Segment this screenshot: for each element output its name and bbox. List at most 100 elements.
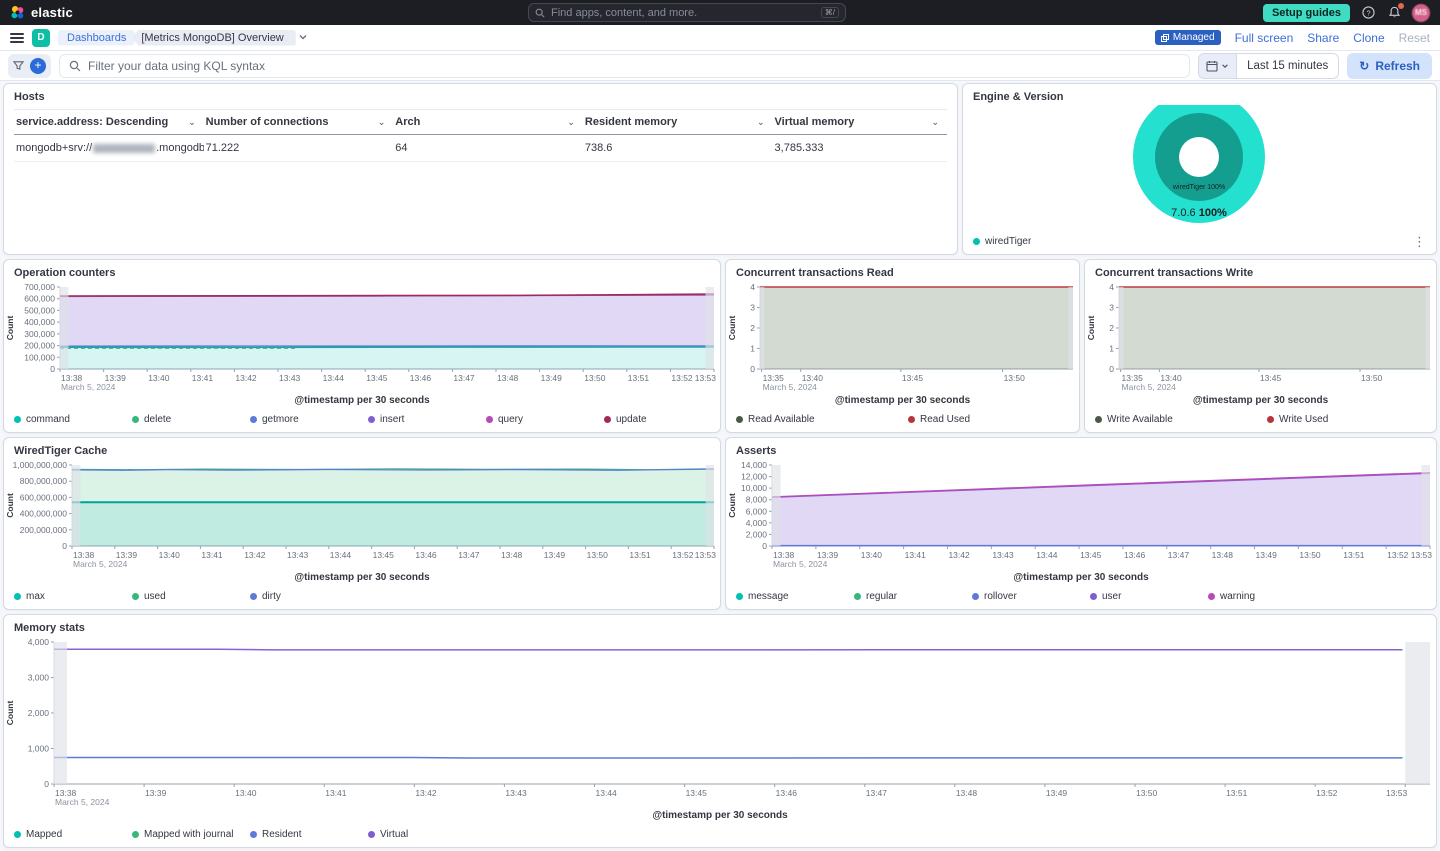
setup-guides-button[interactable]: Setup guides xyxy=(1262,3,1350,22)
panel-options-kebab-icon[interactable]: ⋮ xyxy=(1413,235,1426,248)
legend-label: max xyxy=(26,590,45,602)
svg-text:13:50: 13:50 xyxy=(587,550,609,560)
concurrent-write-chart[interactable]: Count0123413:35March 5, 202413:40 13:45 13… xyxy=(1085,281,1436,395)
hosts-column-header[interactable]: Virtual memory ⌄ xyxy=(773,110,947,134)
legend-item-insert[interactable]: insert xyxy=(368,414,486,425)
x-axis-label: @timestamp per 30 seconds xyxy=(294,395,430,406)
full-screen-button[interactable]: Full screen xyxy=(1235,31,1294,45)
concurrent-read-chart[interactable]: Count0123413:35March 5, 202413:40 13:45 13… xyxy=(726,281,1079,395)
legend-item-read-available[interactable]: Read Available xyxy=(736,414,908,425)
hosts-column-header[interactable]: Number of connections ⌄ xyxy=(204,110,394,134)
calendar-icon[interactable] xyxy=(1199,53,1238,78)
user-avatar[interactable]: MS xyxy=(1412,3,1430,22)
dashboard-app-icon[interactable]: D xyxy=(32,28,50,47)
legend-dot-icon xyxy=(1208,592,1215,600)
sort-chevron-icon[interactable]: ⌄ xyxy=(378,117,386,128)
breadcrumb-dashboards[interactable]: Dashboards xyxy=(58,30,138,46)
legend-dot-icon xyxy=(132,830,139,838)
legend-item-resident[interactable]: Resident xyxy=(250,829,368,840)
panel-hosts-title[interactable]: Hosts xyxy=(4,84,957,105)
legend-label: Virtual xyxy=(380,828,409,840)
menu-hamburger-icon[interactable] xyxy=(10,32,24,43)
legend-dot-icon xyxy=(368,415,375,423)
sort-chevron-icon[interactable]: ⌄ xyxy=(188,117,196,128)
reset-button[interactable]: Reset xyxy=(1399,31,1430,45)
memory-stats-chart[interactable]: Count01,0002,0003,0004,00013:38March 5, … xyxy=(4,636,1436,810)
svg-text:3,000: 3,000 xyxy=(28,673,50,683)
legend-dot-icon xyxy=(854,592,861,600)
legend-item-read-used[interactable]: Read Used xyxy=(908,414,1079,425)
sort-chevron-icon[interactable]: ⌄ xyxy=(567,117,575,128)
share-button[interactable]: Share xyxy=(1307,31,1339,45)
svg-text:400,000: 400,000 xyxy=(24,317,55,327)
svg-text:2: 2 xyxy=(750,323,755,333)
panel-asserts-title[interactable]: Asserts xyxy=(726,438,1436,459)
refresh-button[interactable]: ↻ Refresh xyxy=(1347,52,1432,79)
legend-item-command[interactable]: command xyxy=(14,414,132,425)
svg-text:March 5, 2024: March 5, 2024 xyxy=(773,559,828,569)
panel-operation-counters-title[interactable]: Operation counters xyxy=(4,260,720,281)
help-icon[interactable]: ? xyxy=(1360,5,1376,21)
managed-badge[interactable]: Managed xyxy=(1154,30,1221,45)
kql-query-input[interactable]: Filter your data using KQL syntax xyxy=(59,53,1191,78)
x-axis-label: @timestamp per 30 seconds xyxy=(294,572,430,583)
svg-text:March 5, 2024: March 5, 2024 xyxy=(55,797,110,807)
svg-text:March 5, 2024: March 5, 2024 xyxy=(61,382,116,392)
legend-item-query[interactable]: query xyxy=(486,414,604,425)
legend-item-wiredtiger[interactable]: wiredTiger xyxy=(973,236,1031,247)
svg-text:13:50: 13:50 xyxy=(1004,373,1026,383)
elastic-brand[interactable]: elastic xyxy=(10,5,73,20)
panel-wiredtiger-cache-title[interactable]: WiredTiger Cache xyxy=(4,438,720,459)
breadcrumb: Dashboards [Metrics MongoDB] Overview xyxy=(58,29,308,47)
notification-badge xyxy=(1398,2,1404,9)
legend-item-delete[interactable]: delete xyxy=(132,414,250,425)
panel-engine-version-title[interactable]: Engine & Version xyxy=(963,84,1436,105)
concurrent-write-legend: Write Available Write Used xyxy=(1085,410,1436,432)
panel-concurrent-read-title[interactable]: Concurrent transactions Read xyxy=(726,260,1079,281)
search-icon xyxy=(69,60,81,71)
legend-item-write-used[interactable]: Write Used xyxy=(1267,414,1436,425)
engine-version-donut[interactable]: wiredTiger 100% 7.0.6 100% xyxy=(963,91,1437,225)
svg-text:3: 3 xyxy=(750,303,755,313)
legend-item-dirty[interactable]: dirty xyxy=(250,591,368,602)
filter-funnel-icon[interactable] xyxy=(13,60,24,71)
clone-button[interactable]: Clone xyxy=(1353,31,1384,45)
notifications-bell-icon[interactable] xyxy=(1386,2,1404,21)
legend-item-used[interactable]: used xyxy=(132,591,250,602)
time-range-value[interactable]: Last 15 minutes xyxy=(1237,60,1338,72)
global-search-input[interactable]: Find apps, content, and more. ⌘/ xyxy=(528,3,846,22)
legend-item-regular[interactable]: regular xyxy=(854,591,972,602)
sort-chevron-icon[interactable]: ⌄ xyxy=(757,117,765,128)
legend-item-message[interactable]: message xyxy=(736,591,854,602)
legend-item-mapped[interactable]: Mapped xyxy=(14,829,132,840)
hosts-column-header[interactable]: Arch ⌄ xyxy=(393,110,583,134)
sort-chevron-icon[interactable]: ⌄ xyxy=(931,117,939,128)
legend-item-virtual[interactable]: Virtual xyxy=(368,829,486,840)
legend-item-write-available[interactable]: Write Available xyxy=(1095,414,1267,425)
legend-item-rollover[interactable]: rollover xyxy=(972,591,1090,602)
legend-item-user[interactable]: user xyxy=(1090,591,1208,602)
panel-concurrent-write-title[interactable]: Concurrent transactions Write xyxy=(1085,260,1436,281)
svg-text:13:48: 13:48 xyxy=(497,373,519,383)
table-row[interactable]: mongodb+srv://.mongodb.net/71.222 64 738.6… xyxy=(14,135,947,162)
legend-item-update[interactable]: update xyxy=(604,414,720,425)
breadcrumb-bar: D Dashboards [Metrics MongoDB] Overview … xyxy=(0,25,1440,51)
operation-counters-chart[interactable]: Count 0 100,000200,000 300,000 400,000 500,00… xyxy=(4,281,720,395)
svg-text:13:45: 13:45 xyxy=(1080,550,1102,560)
legend-item-warning[interactable]: warning xyxy=(1208,591,1326,602)
svg-text:13:49: 13:49 xyxy=(1046,788,1068,798)
svg-text:2,000: 2,000 xyxy=(28,708,50,718)
brand-label: elastic xyxy=(31,5,73,20)
legend-item-mapped-with-journal[interactable]: Mapped with journal xyxy=(132,829,250,840)
hosts-table-header: service.address: Descending ⌄ Number of co… xyxy=(14,109,947,135)
add-filter-button[interactable]: + xyxy=(30,57,46,74)
asserts-chart[interactable]: Count 0 2,0004,000 6,0008,000 10,00012,000 14… xyxy=(726,459,1436,572)
legend-dot-icon xyxy=(736,592,743,600)
wiredtiger-cache-chart[interactable]: Count 0 200,000,000 400,000,000 600,000,000 8… xyxy=(4,459,720,572)
hosts-column-header[interactable]: service.address: Descending ⌄ xyxy=(14,110,204,134)
hosts-column-header[interactable]: Resident memory ⌄ xyxy=(583,110,773,134)
panel-memory-stats-title[interactable]: Memory stats xyxy=(4,615,1436,636)
legend-item-getmore[interactable]: getmore xyxy=(250,414,368,425)
chevron-down-icon[interactable] xyxy=(298,29,308,47)
legend-item-max[interactable]: max xyxy=(14,591,132,602)
